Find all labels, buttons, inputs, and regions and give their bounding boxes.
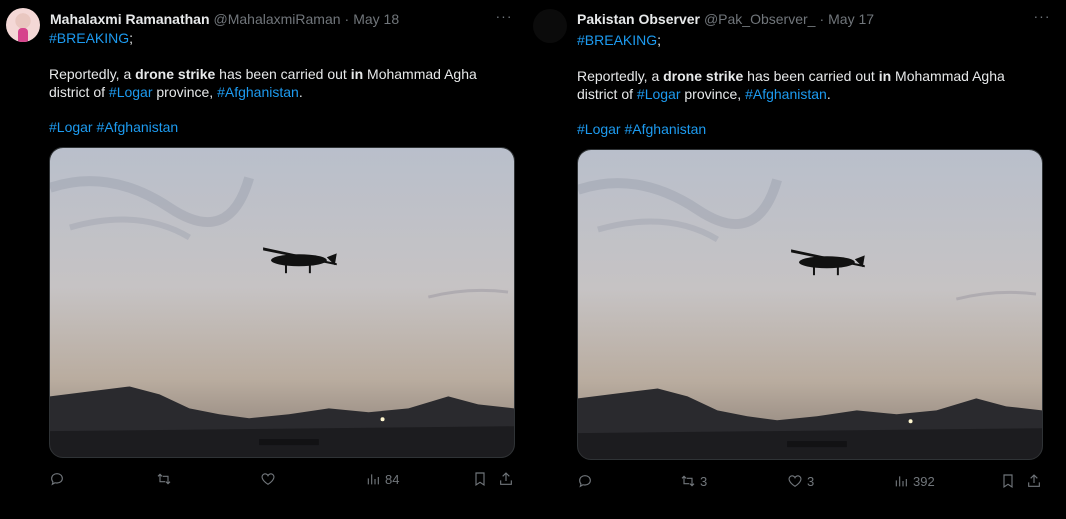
text-part: has been carried out (743, 68, 879, 84)
text-part: province, (680, 86, 746, 102)
retweet-button[interactable] (156, 468, 176, 490)
reply-icon (51, 473, 63, 486)
hashtag-logar[interactable]: #Logar (109, 84, 153, 100)
share-button[interactable] (1026, 470, 1042, 492)
text-part: . (298, 84, 303, 100)
share-icon (1028, 474, 1040, 487)
hashtag-breaking[interactable]: #BREAKING (577, 32, 657, 48)
views-icon (895, 476, 907, 487)
tweet-header: Pakistan Observer @Pak_Observer_ · May 1… (577, 9, 1056, 29)
text-part: Reportedly, a (577, 68, 664, 84)
hashtag-afghanistan[interactable]: #Afghanistan (624, 121, 706, 137)
tweet-header: Mahalaxmi Ramanathan @MahalaxmiRaman · M… (50, 9, 518, 29)
views-icon (367, 474, 379, 485)
avatar[interactable] (6, 8, 40, 42)
text-part: district of (49, 84, 109, 100)
bookmark-button[interactable] (472, 468, 488, 490)
timestamp[interactable]: May 17 (828, 11, 874, 27)
tweet-mahalaxmi[interactable]: Mahalaxmi Ramanathan @MahalaxmiRaman · M… (0, 0, 528, 519)
tweet-image[interactable] (49, 147, 515, 458)
heart-icon (788, 475, 802, 488)
retweet-icon (157, 473, 171, 485)
hashtag-logar[interactable]: #Logar (637, 86, 681, 102)
views-count: 84 (385, 471, 400, 487)
reply-button[interactable] (577, 470, 597, 492)
hashtag-afghanistan[interactable]: #Afghanistan (96, 119, 178, 135)
separator: · (344, 11, 350, 27)
views-count: 392 (913, 473, 935, 489)
tweet-image[interactable] (577, 149, 1043, 460)
more-icon[interactable]: ··· (1030, 9, 1054, 29)
hashtag-logar[interactable]: #Logar (49, 119, 93, 135)
display-name[interactable]: Pakistan Observer (577, 11, 700, 27)
tweet-actions: 3 3 392 (577, 470, 1043, 492)
hashtag-breaking[interactable]: #BREAKING (49, 30, 129, 46)
retweet-button[interactable]: 3 (680, 470, 707, 492)
retweet-icon (681, 475, 695, 487)
tags-line: #Logar #Afghanistan (577, 120, 1046, 138)
timestamp[interactable]: May 18 (353, 11, 399, 27)
text-part: Mohammad Agha (891, 68, 1005, 84)
tweet-pakistan-observer[interactable]: Pakistan Observer @Pak_Observer_ · May 1… (533, 0, 1066, 519)
text-part: has been carried out (215, 66, 351, 82)
share-icon (500, 472, 512, 485)
reply-icon (579, 475, 591, 488)
more-icon[interactable]: ··· (492, 9, 516, 29)
text-part: . (826, 86, 831, 102)
breaking-tail: ; (129, 30, 134, 46)
breaking-tail: ; (657, 32, 662, 48)
display-name[interactable]: Mahalaxmi Ramanathan (50, 11, 210, 27)
like-button[interactable] (260, 468, 280, 490)
hashtag-afghanistan[interactable]: #Afghanistan (217, 84, 299, 100)
views-button[interactable]: 392 (893, 470, 935, 492)
avatar[interactable] (533, 9, 567, 43)
bookmark-button[interactable] (1000, 470, 1016, 492)
bookmark-icon (475, 472, 485, 487)
drone-photo (50, 148, 514, 457)
bold-text: in (878, 68, 892, 84)
text-part: district of (577, 86, 637, 102)
bookmark-icon (1003, 474, 1013, 489)
drone-photo (578, 150, 1042, 459)
separator: · (819, 11, 825, 27)
like-count: 3 (807, 473, 815, 489)
handle[interactable]: @Pak_Observer_ (704, 11, 815, 27)
text-part: province, (152, 84, 218, 100)
heart-icon (261, 473, 275, 486)
bold-text: drone strike (663, 68, 744, 84)
bold-text: drone strike (135, 66, 216, 82)
tweet-actions: 84 (49, 468, 515, 490)
handle[interactable]: @MahalaxmiRaman (214, 11, 341, 27)
hashtag-logar[interactable]: #Logar (577, 121, 621, 137)
text-part: Mohammad Agha (363, 66, 477, 82)
breaking-line: #BREAKING; (49, 29, 508, 47)
tweet-paragraph: Reportedly, a drone strike has been carr… (577, 67, 1046, 103)
like-button[interactable]: 3 (787, 470, 814, 492)
share-button[interactable] (498, 468, 514, 490)
hashtag-afghanistan[interactable]: #Afghanistan (745, 86, 827, 102)
reply-button[interactable] (49, 468, 69, 490)
tweet-paragraph: Reportedly, a drone strike has been carr… (49, 65, 508, 101)
bold-text: in (350, 66, 364, 82)
views-button[interactable]: 84 (365, 468, 399, 490)
text-part: Reportedly, a (49, 66, 136, 82)
retweet-count: 3 (700, 473, 708, 489)
breaking-line: #BREAKING; (577, 31, 1046, 49)
tags-line: #Logar #Afghanistan (49, 118, 508, 136)
